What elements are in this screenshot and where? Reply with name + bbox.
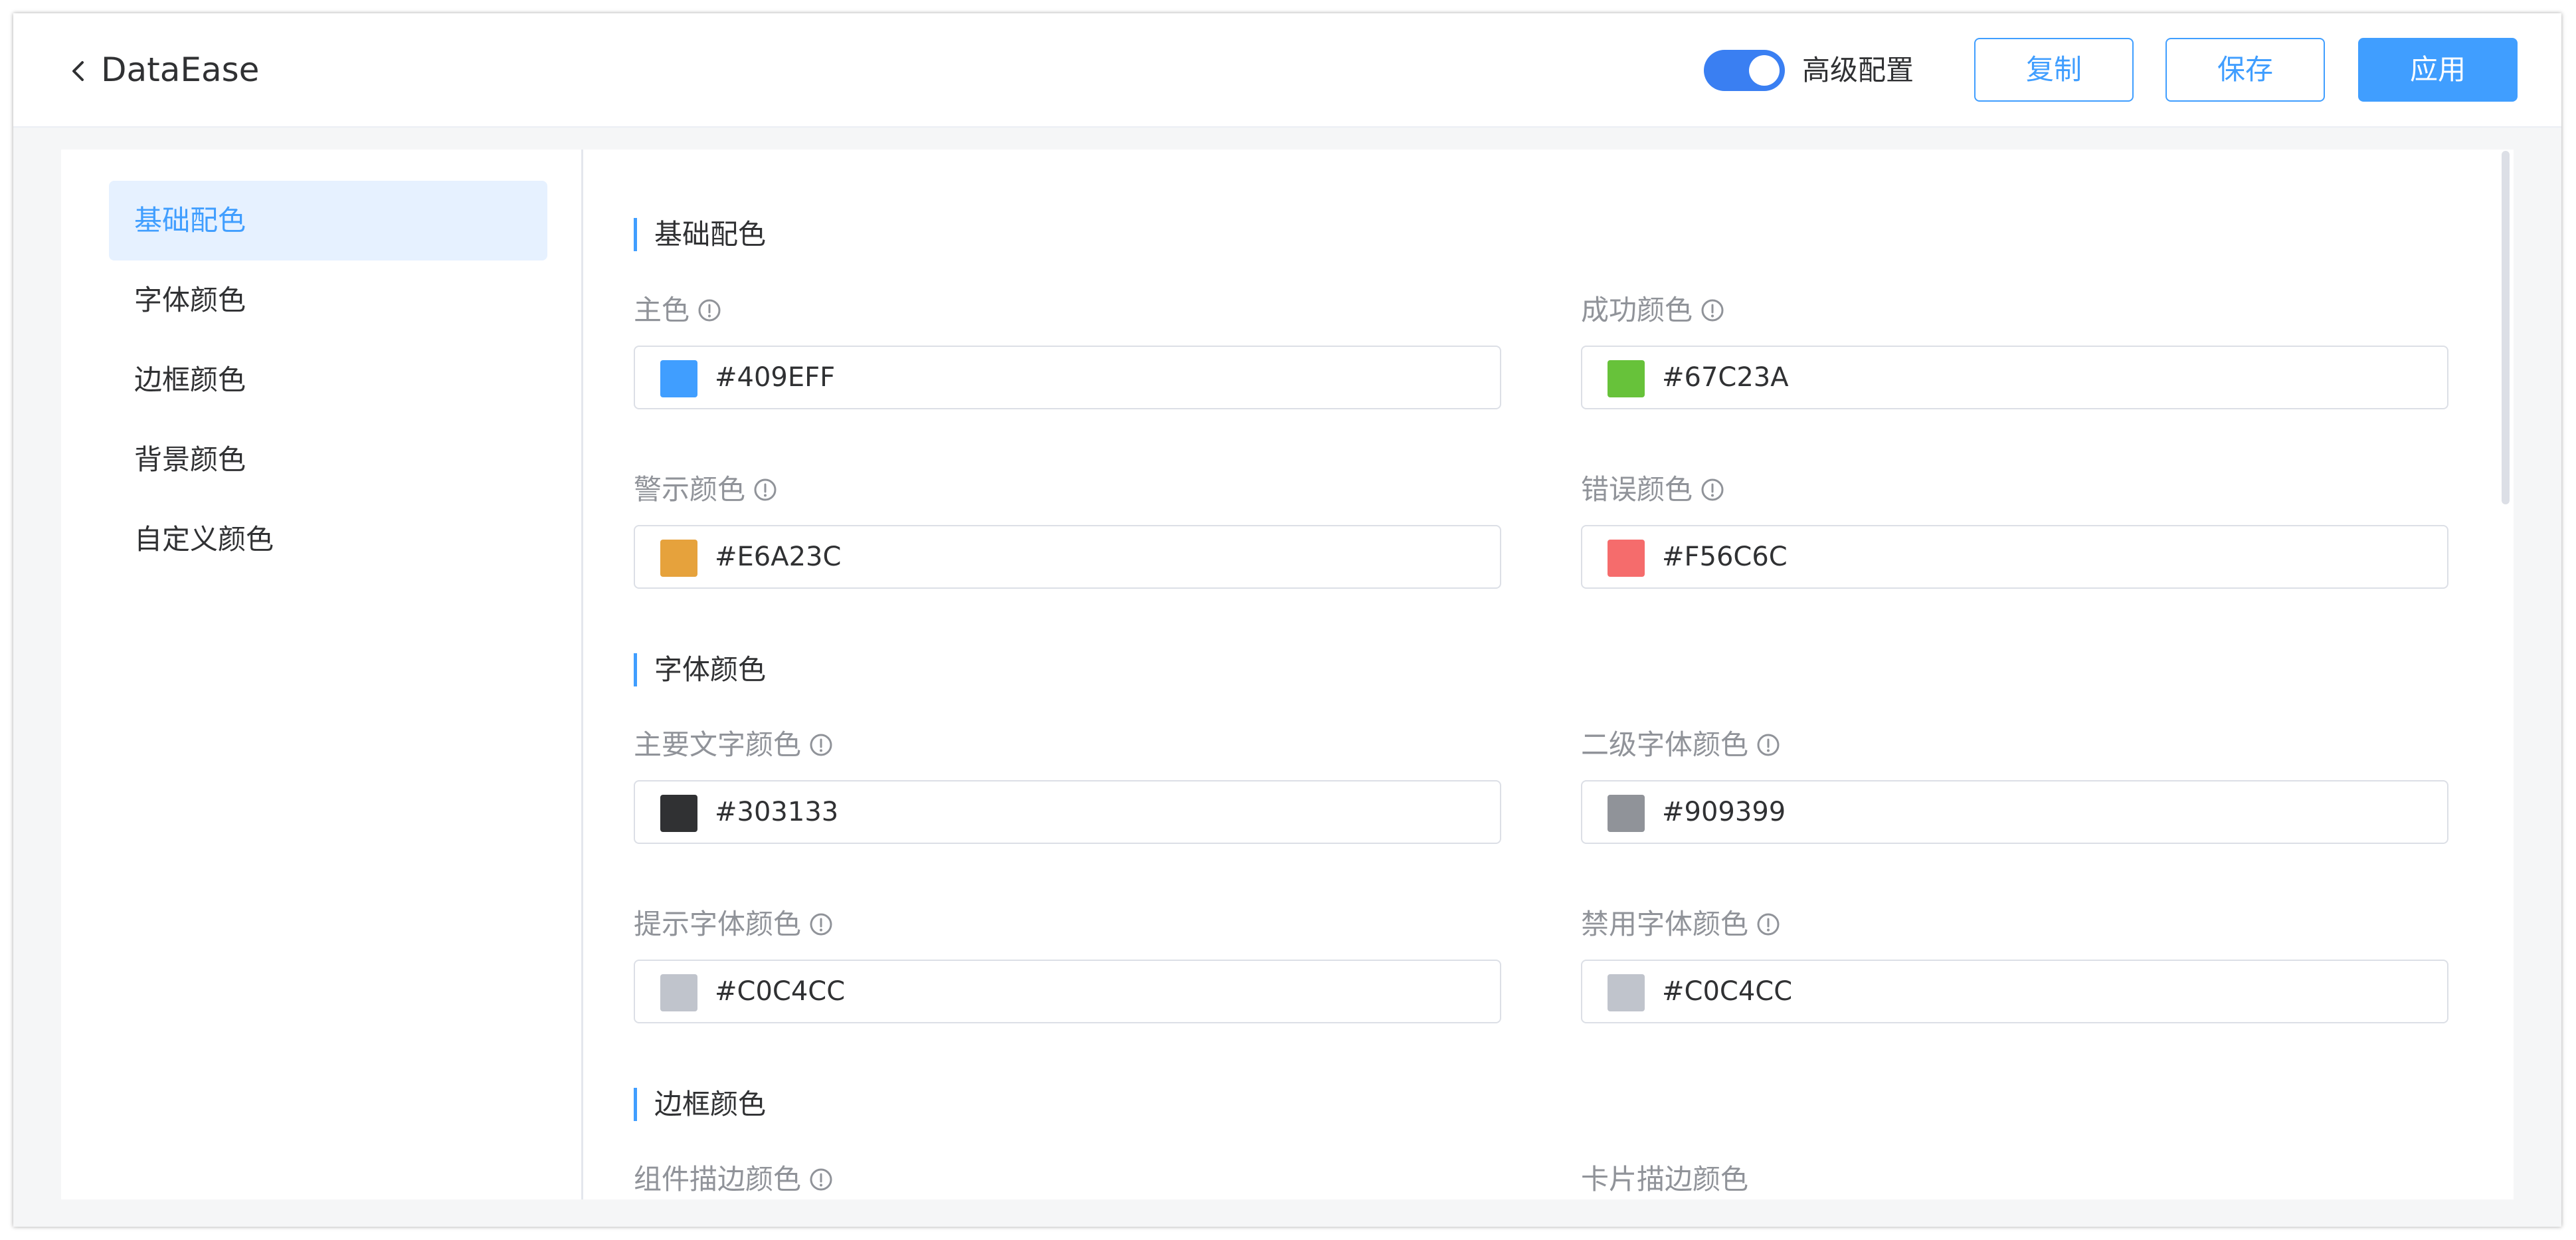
success-color-input[interactable]: #67C23A [1581,346,2448,409]
color-hex-value: #C0C4CC [1662,976,1793,1007]
settings-content: 基础配色 主色 #409EFF 成功颜色 #67C23A 警示颜色 #E6A23… [583,150,2514,1199]
field-label-text: 主色 [634,294,690,326]
sidebar-item-font-colors[interactable]: 字体颜色 [109,260,547,340]
primary-text-color-input[interactable]: #303133 [634,780,1501,844]
info-icon[interactable] [697,298,721,322]
field-label: 成功颜色 [1581,290,1724,330]
field-label: 二级字体颜色 [1581,725,1780,765]
color-hex-value: #909399 [1662,797,1786,827]
sidebar: 基础配色 字体颜色 边框颜色 背景颜色 自定义颜色 [61,150,583,1199]
sidebar-item-background-colors[interactable]: 背景颜色 [109,420,547,500]
section-title-font-colors: 字体颜色 [634,653,766,686]
color-hex-value: #67C23A [1662,362,1789,393]
color-hex-value: #E6A23C [715,542,842,572]
sidebar-item-border-colors[interactable]: 边框颜色 [109,340,547,420]
chevron-left-icon [72,61,84,81]
color-swatch[interactable] [660,360,697,397]
info-icon[interactable] [809,733,833,757]
field-label: 组件描边颜色 [634,1160,833,1199]
field-label-text: 禁用字体颜色 [1581,908,1749,940]
field-label-text: 错误颜色 [1581,473,1693,506]
color-swatch[interactable] [660,540,697,577]
color-swatch[interactable] [1608,360,1645,397]
color-swatch[interactable] [660,974,697,1011]
toggle-knob [1749,55,1780,86]
scrollbar-thumb[interactable] [2502,151,2510,504]
info-icon[interactable] [753,478,777,502]
main-panel: 基础配色 字体颜色 边框颜色 背景颜色 自定义颜色 基础配色 主色 #409EF… [61,150,2514,1199]
field-label-text: 提示字体颜色 [634,908,802,940]
placeholder-text-color-input[interactable]: #C0C4CC [634,960,1501,1023]
advanced-config-label: 高级配置 [1802,54,1914,86]
field-label: 禁用字体颜色 [1581,904,1780,944]
field-label: 警示颜色 [634,470,777,510]
info-icon[interactable] [1756,912,1780,936]
sidebar-item-custom-colors[interactable]: 自定义颜色 [109,500,547,579]
field-label-text: 二级字体颜色 [1581,728,1749,761]
color-swatch[interactable] [1608,795,1645,832]
color-swatch[interactable] [1608,974,1645,1011]
primary-color-input[interactable]: #409EFF [634,346,1501,409]
color-swatch[interactable] [660,795,697,832]
apply-button[interactable]: 应用 [2358,38,2518,102]
section-title-border-colors: 边框颜色 [634,1088,766,1121]
warning-color-input[interactable]: #E6A23C [634,525,1501,589]
info-icon[interactable] [809,912,833,936]
color-hex-value: #C0C4CC [715,976,846,1007]
field-label-text: 组件描边颜色 [634,1163,802,1195]
copy-button[interactable]: 复制 [1974,38,2134,102]
field-label: 卡片描边颜色 [1581,1160,1748,1199]
back-button[interactable] [61,54,94,88]
field-label: 主色 [634,290,721,330]
info-icon[interactable] [1756,733,1780,757]
advanced-config-toggle[interactable] [1704,50,1785,91]
app-window: DataEase 高级配置 复制 保存 应用 基础配色 字体颜色 边框颜色 背景… [13,13,2561,1227]
field-label: 错误颜色 [1581,470,1724,510]
sidebar-item-basic-colors[interactable]: 基础配色 [109,181,547,260]
field-label-text: 卡片描边颜色 [1581,1163,1749,1195]
secondary-text-color-input[interactable]: #909399 [1581,780,2448,844]
field-label: 提示字体颜色 [634,904,833,944]
color-hex-value: #303133 [715,797,839,827]
field-label-text: 成功颜色 [1581,294,1693,326]
field-label-text: 主要文字颜色 [634,728,802,761]
error-color-input[interactable]: #F56C6C [1581,525,2448,589]
info-icon[interactable] [809,1168,833,1191]
field-label: 主要文字颜色 [634,725,833,765]
color-swatch[interactable] [1608,540,1645,577]
field-label-text: 警示颜色 [634,473,746,506]
top-bar: DataEase 高级配置 复制 保存 应用 [13,13,2561,128]
section-title-basic-colors: 基础配色 [634,218,766,251]
scrollbar[interactable] [2498,150,2514,1199]
info-icon[interactable] [1701,298,1724,322]
info-icon[interactable] [1701,478,1724,502]
app-title: DataEase [101,51,260,89]
save-button[interactable]: 保存 [2165,38,2325,102]
color-hex-value: #F56C6C [1662,542,1788,572]
disabled-text-color-input[interactable]: #C0C4CC [1581,960,2448,1023]
color-hex-value: #409EFF [715,362,836,393]
